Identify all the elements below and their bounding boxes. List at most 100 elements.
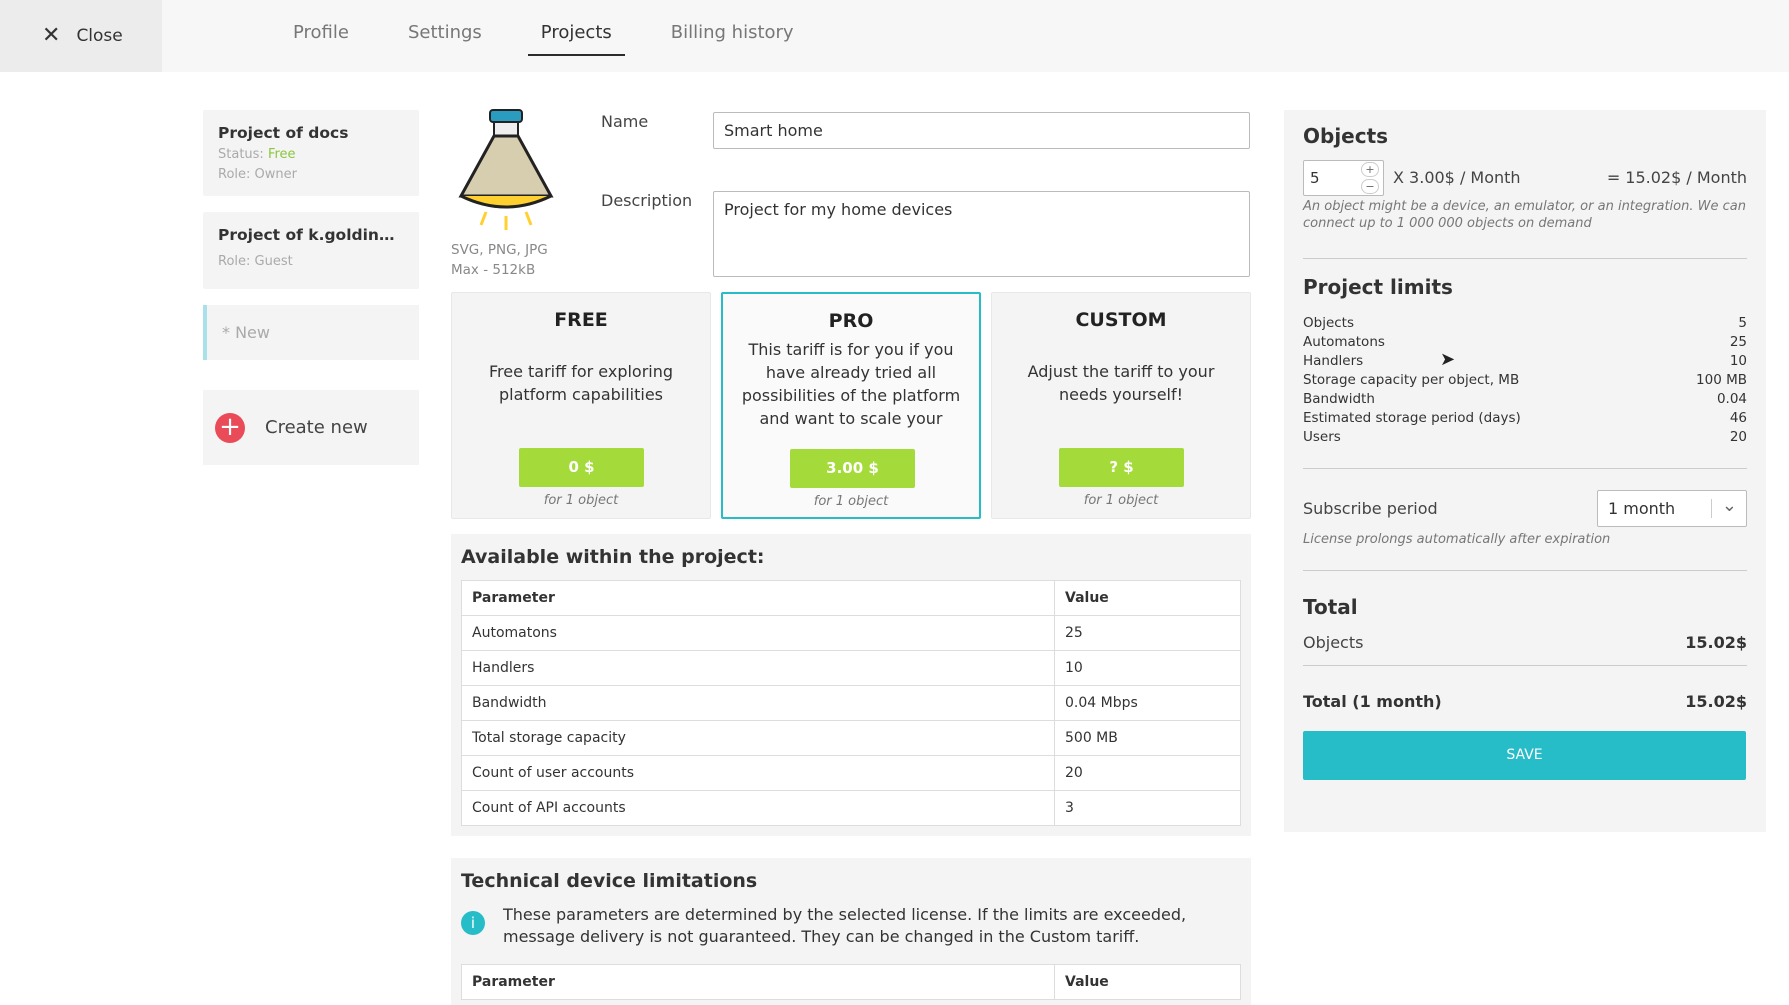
grand-total-row: Total (1 month) 15.02$ [1303,692,1747,711]
value-cell: 500 MB [1054,720,1241,756]
tariff-name: FREE [554,309,608,331]
tariff-price-button[interactable]: ? $ [1059,448,1184,487]
status-label: Status: [218,147,264,162]
name-row: Name Smart home [601,112,1250,149]
technical-info-text: These parameters are determined by the s… [503,905,1187,946]
limit-name: Storage capacity per object, MB [1303,372,1520,388]
parameter-cell: Total storage capacity [461,720,1055,756]
project-card[interactable]: Project of k.goldinova... Role: Guest [203,212,419,289]
project-logo-area: SVG, PNG, JPG Max - 512kB [451,108,571,280]
tariff-card-pro[interactable]: PRO This tariff is for you if you have a… [721,292,981,519]
limit-name: Handlers [1303,353,1364,369]
limit-value: 5 [1738,315,1747,331]
limit-name: Users [1303,429,1341,445]
tariff-description: Free tariff for exploring platform capab… [488,362,674,404]
tab-profile[interactable]: Profile [280,0,362,56]
subscribe-period-select[interactable]: 1 month ⌄ [1597,490,1747,527]
table-header-row: Parameter Value [461,580,1241,616]
tariff-description: Adjust the tariff to your needs yourself… [1027,362,1215,404]
tab-bar: Profile Settings Projects Billing histor… [280,0,840,72]
tariff-card-free[interactable]: FREE Free tariff for exploring platform … [451,292,711,519]
table-header-row: Parameter Value [461,964,1241,1000]
divider [1303,570,1747,571]
limit-value: 0.04 [1716,391,1747,407]
description-input[interactable]: Project for my home devices [713,191,1250,277]
project-list: Project of docs Status: Free Role: Owner… [203,110,419,465]
total-title: Total [1303,595,1358,619]
limit-name: Estimated storage period (days) [1303,410,1521,426]
objects-note: An object might be a device, an emulator… [1303,199,1746,231]
limit-row: Storage capacity per object, MB 100 MB [1303,372,1747,391]
tariff-card-custom[interactable]: CUSTOM Adjust the tariff to your needs y… [991,292,1251,519]
parameter-cell: Count of user accounts [461,755,1055,791]
subscribe-note: License prolongs automatically after exp… [1303,532,1611,547]
plus-icon: + [215,412,245,443]
create-new-button[interactable]: + Create new [203,390,419,465]
project-card[interactable]: Project of docs Status: Free Role: Owner [203,110,419,196]
limit-name: Objects [1303,315,1355,331]
new-project-item[interactable]: * New [203,305,419,360]
limit-row: Handlers 10 [1303,353,1747,372]
subscribe-row: Subscribe period 1 month ⌄ [1303,490,1747,528]
description-label: Description [601,191,693,210]
lamp-icon[interactable] [451,108,561,232]
available-title: Available within the project: [461,546,765,568]
limit-name: Automatons [1303,334,1385,350]
project-status: Status: Free [218,147,404,162]
name-input[interactable]: Smart home [713,112,1250,149]
parameter-cell: Bandwidth [461,685,1055,721]
tab-settings[interactable]: Settings [395,0,495,56]
tariff-note: for 1 object [1083,493,1159,508]
divider [1303,258,1747,259]
parameter-cell: Automatons [461,615,1055,651]
close-button[interactable]: ✕ Close [0,0,162,72]
status-value: Free [267,147,296,162]
project-role: Role: Owner [218,167,297,182]
tariff-options: FREE Free tariff for exploring platform … [451,292,1251,519]
objects-stepper[interactable]: 5 + − [1303,160,1384,196]
limit-row: Estimated storage period (days) 46 [1303,410,1747,429]
limit-value: 10 [1729,353,1747,369]
tariff-price-button[interactable]: 3.00 $ [790,449,915,488]
tariff-description: This tariff is for you if you have alrea… [741,340,961,428]
tab-billing-history[interactable]: Billing history [658,0,807,56]
column-header: Parameter [461,580,1055,616]
table-row: Count of user accounts 20 [461,755,1241,791]
value-cell: 0.04 Mbps [1054,685,1241,721]
grand-total-label: Total (1 month) [1303,692,1442,711]
tariff-note: for 1 object [813,494,889,509]
value-cell: 10 [1054,650,1241,686]
technical-title: Technical device limitations [461,870,758,892]
limit-name: Bandwidth [1303,391,1375,407]
increment-button[interactable]: + [1361,162,1379,177]
close-icon: ✕ [42,23,61,48]
limit-value: 25 [1729,334,1747,350]
limit-value: 20 [1729,429,1747,445]
limits-title: Project limits [1303,275,1453,299]
table-row: Automatons 25 [461,615,1241,651]
tariff-price-button[interactable]: 0 $ [519,448,644,487]
technical-table: Parameter Value [461,964,1241,1000]
select-separator [1711,499,1712,518]
objects-title: Objects [1303,124,1389,148]
close-label: Close [76,26,123,46]
divider [1303,665,1747,666]
grand-total-value: 15.02$ [1685,692,1747,711]
tariff-name: CUSTOM [1075,309,1167,331]
chevron-down-icon: ⌄ [1721,495,1737,516]
available-table: Parameter Value Automatons 25 Handlers 10 … [461,580,1241,826]
subscribe-value: 1 month [1608,499,1676,518]
mouse-cursor-icon: ➤ [1440,349,1456,370]
decrement-button[interactable]: − [1361,179,1379,194]
tab-projects[interactable]: Projects [527,0,625,56]
divider [1303,468,1747,469]
column-header: Value [1054,964,1241,1000]
save-button[interactable]: SAVE [1303,731,1746,780]
technical-info: i These parameters are determined by the… [461,904,1241,948]
column-header: Value [1054,580,1241,616]
limit-value: 46 [1729,410,1747,426]
limit-row: Users 20 [1303,429,1747,448]
table-row: Total storage capacity 500 MB [461,720,1241,756]
objects-row: 5 + − X 3.00$ / Month = 15.02$ / Month [1303,160,1747,198]
parameter-cell: Handlers [461,650,1055,686]
